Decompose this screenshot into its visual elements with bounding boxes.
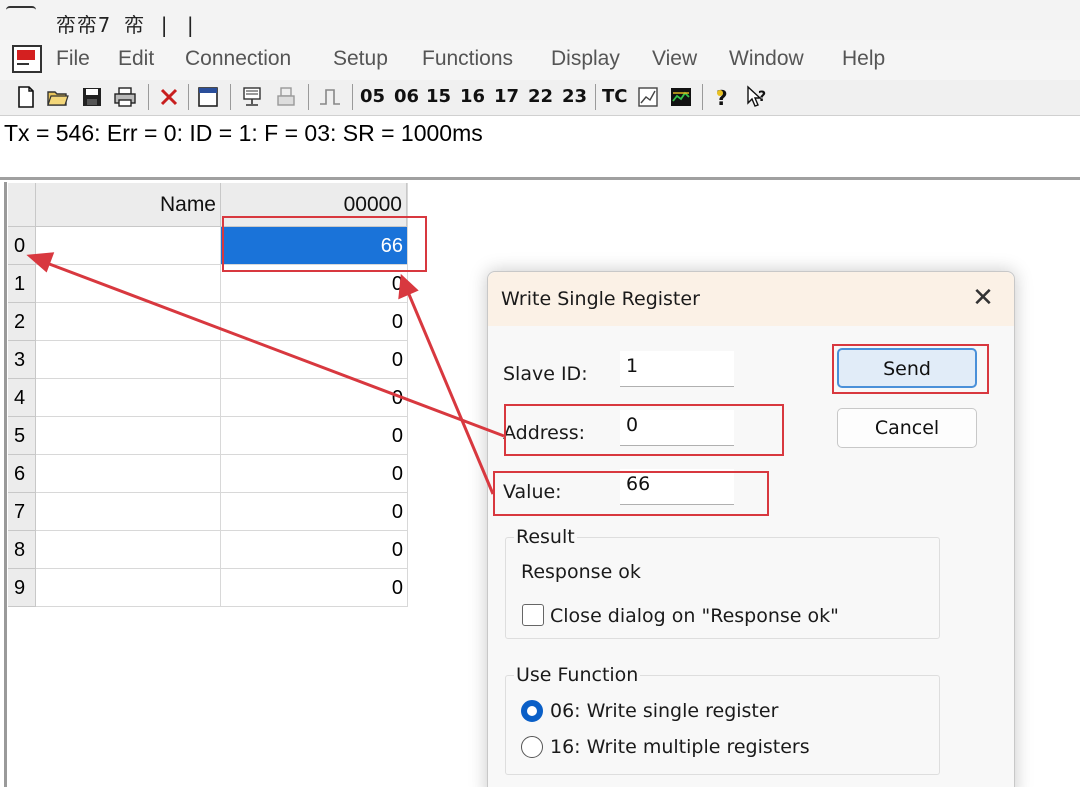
row-header[interactable]: 4: [8, 379, 36, 417]
name-cell[interactable]: [36, 569, 221, 607]
name-cell[interactable]: [36, 303, 221, 341]
save-icon[interactable]: [80, 85, 104, 109]
annotation-box-send: [832, 344, 989, 394]
name-cell[interactable]: [36, 417, 221, 455]
row-header[interactable]: 0: [8, 227, 36, 265]
annotation-box-address: [504, 404, 784, 456]
toolbar-separator: [352, 84, 353, 110]
menu-functions[interactable]: Functions: [422, 47, 513, 71]
use-function-group-title: Use Function: [514, 664, 641, 686]
register-value-cell[interactable]: 0: [221, 531, 407, 569]
register-value-cell[interactable]: 0: [221, 303, 407, 341]
menu-file[interactable]: File: [56, 47, 90, 71]
menu-bar: [0, 40, 1080, 80]
register-value-cell[interactable]: 0: [221, 569, 407, 607]
mdi-border: [4, 182, 7, 787]
function-15-button[interactable]: 15: [426, 86, 451, 107]
menu-setup[interactable]: Setup: [333, 47, 388, 71]
row-header[interactable]: 3: [8, 341, 36, 379]
slave-id-field[interactable]: 1: [620, 351, 734, 387]
pulse-icon[interactable]: [318, 85, 342, 109]
name-cell[interactable]: [36, 493, 221, 531]
name-cell[interactable]: [36, 455, 221, 493]
menu-window[interactable]: Window: [729, 47, 804, 71]
svg-text:?: ?: [758, 89, 766, 105]
toolbar-separator: [188, 84, 189, 110]
new-file-icon[interactable]: [14, 85, 38, 109]
context-help-icon[interactable]: ?: [745, 85, 769, 109]
row-header[interactable]: 8: [8, 531, 36, 569]
menu-connection[interactable]: Connection: [185, 47, 291, 71]
function-23-button[interactable]: 23: [562, 86, 587, 107]
function-16-button[interactable]: 16: [460, 86, 485, 107]
name-cell[interactable]: [36, 227, 221, 265]
app-icon[interactable]: [12, 45, 42, 73]
register-value-cell[interactable]: 0: [221, 379, 407, 417]
function-16-label[interactable]: 16: Write multiple registers: [550, 736, 810, 758]
function-06-button[interactable]: 06: [394, 86, 419, 107]
close-icon[interactable]: ✕: [968, 282, 998, 314]
toolbar-separator: [702, 84, 703, 110]
menu-view[interactable]: View: [652, 47, 697, 71]
register-value-cell[interactable]: 0: [221, 341, 407, 379]
toolbar-separator: [230, 84, 231, 110]
function-17-button[interactable]: 17: [494, 86, 519, 107]
menu-edit[interactable]: Edit: [118, 47, 154, 71]
register-value-cell[interactable]: 0: [221, 493, 407, 531]
use-function-group: [505, 675, 940, 775]
dialog-title: Write Single Register: [501, 288, 700, 310]
close-on-ok-checkbox[interactable]: [522, 604, 544, 626]
row-header[interactable]: 1: [8, 265, 36, 303]
toolbar-separator: [308, 84, 309, 110]
grid-corner[interactable]: [8, 183, 36, 227]
window-title: 帟帟7 帟 | |: [56, 13, 198, 37]
register-value-cell[interactable]: 0: [221, 455, 407, 493]
open-folder-icon[interactable]: [46, 85, 70, 109]
arrow-value-to-cell: [406, 291, 495, 495]
function-22-button[interactable]: 22: [528, 86, 553, 107]
disconnect-printer-icon[interactable]: [274, 85, 298, 109]
close-on-ok-label[interactable]: Close dialog on "Response ok": [550, 605, 839, 627]
column-header-name[interactable]: Name: [36, 183, 221, 227]
result-group-title: Result: [514, 526, 577, 548]
result-text: Response ok: [521, 561, 641, 583]
row-header[interactable]: 5: [8, 417, 36, 455]
register-value-cell[interactable]: 0: [221, 417, 407, 455]
toolbar-separator: [595, 84, 596, 110]
disconnect-icon[interactable]: [157, 85, 181, 109]
row-header[interactable]: 2: [8, 303, 36, 341]
row-header[interactable]: 7: [8, 493, 36, 531]
function-05-button[interactable]: 05: [360, 86, 385, 107]
name-cell[interactable]: [36, 379, 221, 417]
row-header[interactable]: 9: [8, 569, 36, 607]
window-corner-icon: [6, 6, 36, 26]
window-icon[interactable]: [196, 85, 220, 109]
function-06-radio[interactable]: [521, 700, 543, 722]
annotation-box-register: [222, 216, 427, 272]
row-header[interactable]: 6: [8, 455, 36, 493]
slave-id-label: Slave ID:: [503, 363, 588, 385]
name-cell[interactable]: [36, 265, 221, 303]
test-center-button[interactable]: TC: [602, 86, 628, 107]
status-line: Tx = 546: Err = 0: ID = 1: F = 03: SR = …: [4, 120, 483, 146]
monitor-icon[interactable]: [669, 85, 693, 109]
function-06-label[interactable]: 06: Write single register: [550, 700, 778, 722]
annotation-box-value: [493, 471, 769, 516]
name-cell[interactable]: [36, 341, 221, 379]
help-icon[interactable]: ?: [711, 85, 735, 109]
print-icon[interactable]: [113, 85, 137, 109]
toolbar-separator: [148, 84, 149, 110]
cancel-button[interactable]: Cancel: [837, 408, 977, 448]
test-center-icon[interactable]: [636, 85, 660, 109]
menu-display[interactable]: Display: [551, 47, 620, 71]
function-16-radio[interactable]: [521, 736, 543, 758]
connect-icon[interactable]: [240, 85, 264, 109]
svg-text:?: ?: [716, 86, 728, 109]
name-cell[interactable]: [36, 531, 221, 569]
menu-help[interactable]: Help: [842, 47, 885, 71]
